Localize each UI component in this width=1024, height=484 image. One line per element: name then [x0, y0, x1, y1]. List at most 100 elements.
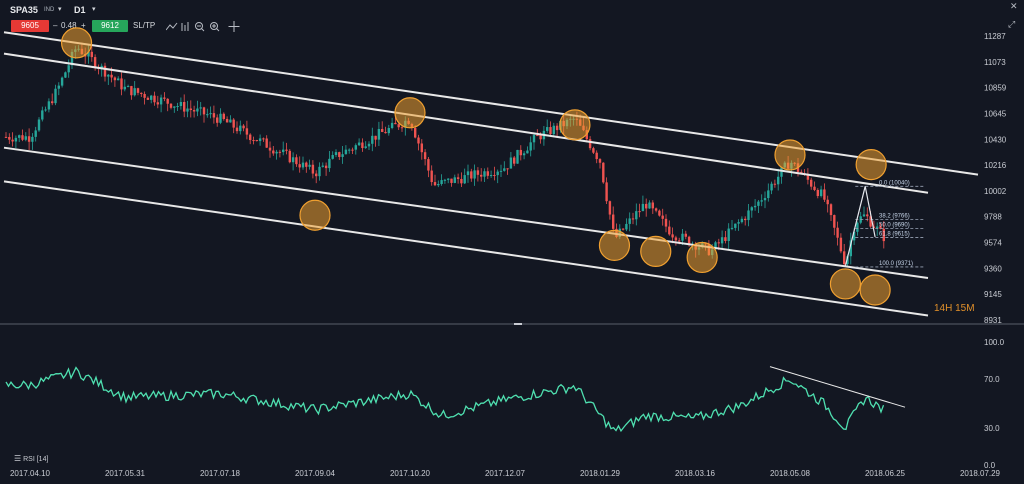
channel-bottom-line	[3, 180, 929, 317]
candle-body	[628, 218, 631, 224]
candle-body	[536, 135, 539, 137]
candle-body	[866, 214, 869, 217]
candle-body	[169, 103, 173, 108]
candle-body	[120, 78, 123, 90]
candle-body	[513, 157, 516, 164]
rsi-tick-label: 30.0	[984, 424, 1000, 433]
candle-body	[641, 203, 645, 212]
date-tick-label: 2017.10.20	[390, 469, 431, 478]
candle-body	[338, 152, 341, 157]
candle-body	[282, 149, 285, 153]
candle-body	[117, 78, 120, 81]
candle-body	[150, 95, 153, 100]
candle-body	[51, 101, 54, 104]
candle-body	[770, 183, 773, 191]
date-tick-label: 2018.05.08	[770, 469, 811, 478]
candle-body	[648, 202, 651, 209]
candle-body	[103, 65, 107, 77]
candle-body	[605, 182, 608, 202]
candle-body	[8, 136, 11, 140]
rsi-label-text: RSI [14]	[23, 456, 49, 463]
candle-body	[678, 240, 681, 242]
candle-body	[592, 148, 595, 153]
candle-body	[60, 77, 64, 86]
candle-body	[727, 228, 730, 242]
candle-body	[456, 177, 460, 179]
candle-body	[93, 57, 97, 68]
candle-body	[602, 162, 605, 183]
candle-body	[730, 227, 734, 229]
price-tick-label: 10645	[984, 109, 1007, 118]
candle-body	[684, 233, 687, 237]
candle-body	[361, 142, 364, 149]
price-tick-label: 11287	[984, 32, 1006, 41]
date-tick-label: 2017.07.18	[200, 469, 241, 478]
candle-body	[278, 151, 282, 153]
candle-body	[645, 203, 648, 209]
candle-body	[374, 135, 377, 140]
candle-body	[232, 119, 235, 128]
candle-body	[341, 154, 344, 157]
price-tick-label: 9145	[984, 290, 1002, 299]
candle-body	[265, 138, 268, 148]
candle-body	[202, 107, 206, 115]
candle-body	[400, 127, 404, 129]
candle-body	[110, 74, 113, 78]
price-tick-label: 10430	[984, 135, 1007, 144]
candle-body	[443, 179, 447, 181]
candle-body	[390, 122, 394, 129]
candle-body	[420, 143, 423, 153]
candle-body	[192, 110, 196, 112]
candle-body	[291, 157, 295, 163]
candle-body	[262, 138, 265, 140]
candle-body	[773, 183, 777, 185]
candle-body	[27, 136, 31, 142]
candle-body	[209, 113, 212, 115]
candle-body	[506, 168, 509, 170]
candle-body	[430, 170, 433, 183]
candle-body	[31, 136, 34, 142]
candle-body	[57, 85, 60, 89]
pane-resize-handle[interactable]	[514, 323, 522, 325]
date-tick-label: 2017.12.07	[485, 469, 526, 478]
highlight-circle	[559, 109, 591, 141]
price-tick-label: 10859	[984, 84, 1007, 93]
highlight-circle	[60, 27, 93, 59]
candle-body	[351, 149, 354, 151]
candle-body	[668, 226, 671, 235]
candle-body	[189, 108, 192, 111]
candle-body	[183, 102, 186, 112]
candle-body	[245, 128, 249, 135]
candle-body	[724, 237, 727, 242]
candle-body	[288, 150, 291, 163]
candle-body	[621, 228, 625, 230]
candle-body	[503, 168, 506, 171]
candle-body	[90, 51, 93, 58]
candle-body	[354, 145, 357, 150]
candle-body	[64, 72, 67, 78]
candle-body	[225, 118, 229, 123]
candle-body	[397, 124, 400, 128]
candle-body	[532, 135, 536, 143]
candle-body	[173, 106, 176, 108]
candle-body	[826, 199, 829, 205]
candle-body	[549, 127, 552, 135]
candle-body	[595, 152, 598, 160]
candle-body	[496, 171, 499, 176]
candle-body	[734, 223, 737, 228]
candle-body	[526, 150, 529, 154]
candle-body	[321, 165, 324, 167]
candle-body	[159, 97, 163, 105]
rsi-indicator-label[interactable]: ☰ RSI [14]	[14, 454, 48, 463]
date-axis: 2017.04.10 2017.05.31 2017.07.18 2017.09.04…	[10, 469, 1001, 478]
candle-body	[750, 207, 753, 211]
candle-body	[364, 146, 367, 149]
candle-body	[14, 137, 18, 142]
candle-body	[381, 129, 384, 132]
candle-body	[156, 102, 159, 105]
candle-body	[516, 149, 519, 164]
candle-body	[823, 189, 826, 200]
candle-body	[4, 136, 8, 138]
candle-body	[813, 186, 816, 190]
candle-body	[763, 198, 767, 201]
